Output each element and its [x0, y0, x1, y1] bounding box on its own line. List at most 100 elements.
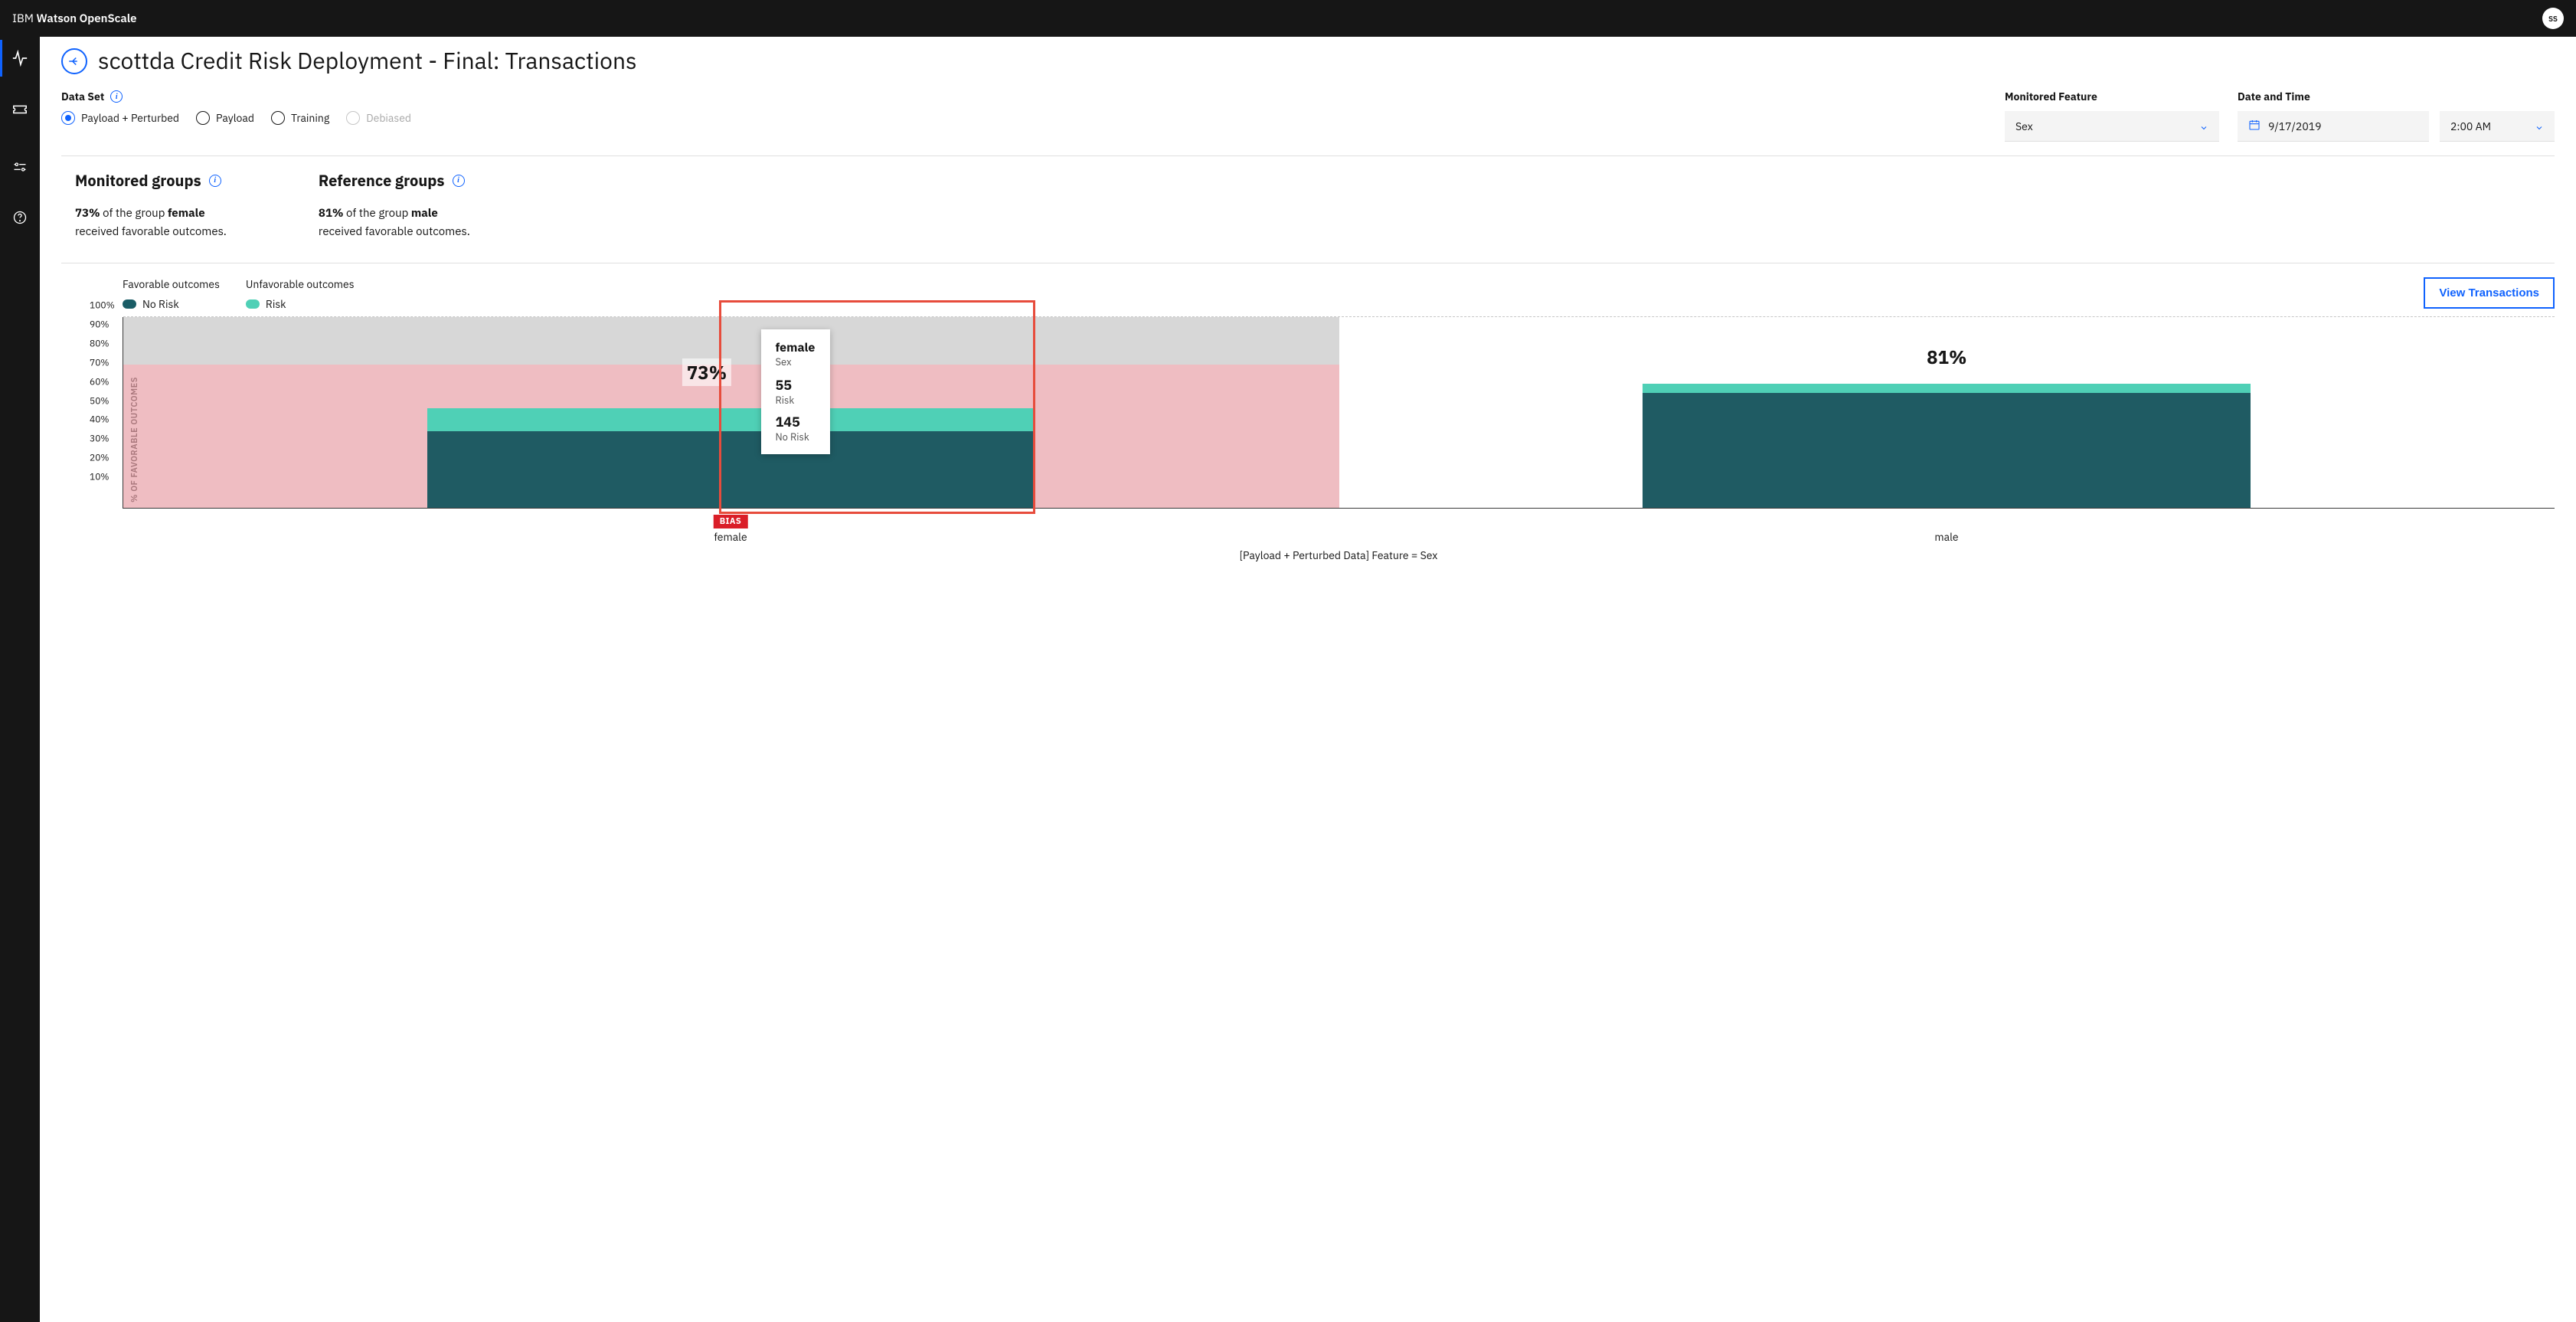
- sliders-icon: [12, 159, 28, 175]
- topbar: IBM Watson OpenScale SS: [0, 0, 2576, 37]
- view-transactions-button[interactable]: View Transactions: [2424, 277, 2555, 309]
- brand-prefix: IBM: [12, 11, 37, 26]
- xtick-male: male: [1339, 509, 2555, 544]
- radio-label: Training: [291, 111, 329, 125]
- swatch-risk: [246, 299, 260, 309]
- tooltip-value-norisk: 145: [775, 413, 816, 430]
- txt: of the group: [100, 206, 168, 221]
- ytick: 60%: [90, 376, 110, 388]
- radio-label: Payload: [216, 111, 254, 125]
- reference-group: Reference groupsi 81% of the group male …: [319, 170, 470, 241]
- ytick: 50%: [90, 395, 110, 407]
- heading-text: Monitored groups: [75, 170, 201, 191]
- avatar[interactable]: SS: [2542, 8, 2564, 29]
- ytick: 70%: [90, 357, 110, 368]
- plot-area[interactable]: 100% 90% 80% 70% 60% 50% 40% 30% 20% 10%: [123, 317, 2555, 509]
- dataset-label-text: Data Set: [61, 90, 104, 103]
- reference-heading: Reference groups i: [319, 170, 470, 191]
- tooltip-label-risk: Risk: [775, 394, 816, 407]
- datetime-control: Date and Time 9/17/2019 2:00 AM: [2238, 90, 2555, 142]
- xtick-label: female: [714, 530, 747, 544]
- legend-unfavorable: Unfavorable outcomes Risk: [246, 277, 355, 311]
- tooltip-title: female: [775, 340, 816, 355]
- legend-title: Favorable outcomes: [123, 277, 220, 291]
- groups-row: Monitored groups i 73% of the group femal…: [61, 170, 2555, 241]
- page-title: scottda Credit Risk Deployment - Final: …: [98, 46, 637, 76]
- monitored-feature-control: Monitored Feature Sex: [2005, 90, 2219, 142]
- bar-female[interactable]: [427, 408, 1035, 508]
- legend-favorable: Favorable outcomes No Risk: [123, 277, 220, 311]
- nav-help[interactable]: [0, 199, 40, 236]
- legend-item-norisk: No Risk: [123, 297, 220, 311]
- legend-text: No Risk: [142, 297, 179, 311]
- monitored-feature-dropdown[interactable]: Sex: [2005, 111, 2219, 142]
- ytick: 80%: [90, 338, 110, 349]
- legend-item-risk: Risk: [246, 297, 355, 311]
- main: scottda Credit Risk Deployment - Final: …: [40, 37, 2576, 1322]
- separator: [61, 155, 2555, 156]
- bar-area: 73% female Sex 55 Risk 145 No Risk: [123, 317, 2555, 508]
- date-value: 9/17/2019: [2268, 119, 2322, 133]
- seg-risk: [1643, 384, 2251, 393]
- group-name: female: [168, 206, 205, 221]
- dropdown-value: Sex: [2015, 119, 2033, 133]
- legend-text: Risk: [266, 297, 286, 311]
- bias-tag: BIAS: [714, 515, 748, 528]
- info-icon[interactable]: i: [110, 90, 123, 103]
- monitored-group: Monitored groups i 73% of the group femal…: [75, 170, 227, 241]
- heading-text: Reference groups: [319, 170, 445, 191]
- nav-insights[interactable]: [0, 40, 40, 77]
- seg-norisk: [1643, 393, 2251, 508]
- swatch-norisk: [123, 299, 136, 309]
- pct: 81%: [319, 206, 344, 221]
- chevron-down-icon: [2535, 122, 2544, 131]
- ytick: 10%: [90, 472, 110, 483]
- time-picker[interactable]: 2:00 AM: [2440, 111, 2555, 142]
- dataset-radio-row: Payload + Perturbed Payload Training Deb…: [61, 111, 411, 125]
- date-picker[interactable]: 9/17/2019: [2238, 111, 2429, 142]
- tooltip-value-risk: 55: [775, 376, 816, 394]
- chart-caption: [Payload + Perturbed Data] Feature = Sex: [123, 548, 2555, 562]
- group-name: male: [411, 206, 438, 221]
- radio-label: Payload + Perturbed: [81, 111, 179, 125]
- reference-line1: 81% of the group male: [319, 205, 470, 223]
- info-icon[interactable]: i: [453, 175, 465, 187]
- back-button[interactable]: [61, 48, 87, 74]
- bar-slot-female[interactable]: 73% female Sex 55 Risk 145 No Risk: [123, 317, 1339, 508]
- seg-risk: [427, 408, 1035, 431]
- monitored-heading: Monitored groups i: [75, 170, 227, 191]
- chart: % OF FAVORABLE OUTCOMES 100% 90% 80% 70%…: [61, 317, 2555, 562]
- tooltip-subtitle: Sex: [775, 355, 816, 368]
- sidenav: [0, 37, 40, 1322]
- help-icon: [12, 210, 28, 225]
- dataset-label: Data Set i: [61, 90, 411, 103]
- calendar-icon: [2248, 119, 2261, 134]
- radio-payload[interactable]: Payload: [196, 111, 254, 125]
- bar-male[interactable]: [1643, 384, 2251, 508]
- ytick: 100%: [90, 300, 115, 312]
- page-header: scottda Credit Risk Deployment - Final: …: [61, 46, 2555, 76]
- info-icon[interactable]: i: [209, 175, 221, 187]
- legend-row: Favorable outcomes No Risk Unfavorable o…: [61, 277, 2555, 311]
- xtick-label: male: [1934, 530, 1958, 544]
- pct-label-female: 73%: [682, 358, 731, 386]
- radio-label: Debiased: [366, 111, 411, 125]
- activity-icon: [11, 50, 28, 67]
- nav-explain[interactable]: [0, 90, 40, 127]
- dataset-control: Data Set i Payload + Perturbed Payload T…: [61, 90, 411, 125]
- bar-slot-male[interactable]: 81%: [1339, 317, 2555, 508]
- monitored-line2: received favorable outcomes.: [75, 223, 227, 241]
- ytick: 20%: [90, 453, 110, 464]
- chevron-down-icon: [2199, 122, 2208, 131]
- tooltip-label-norisk: No Risk: [775, 430, 816, 443]
- radio-payload-perturbed[interactable]: Payload + Perturbed: [61, 111, 179, 125]
- legend-title: Unfavorable outcomes: [246, 277, 355, 291]
- brand: IBM Watson OpenScale: [12, 11, 137, 26]
- brand-name: Watson OpenScale: [37, 11, 137, 26]
- ytick: 40%: [90, 414, 110, 426]
- controls: Data Set i Payload + Perturbed Payload T…: [61, 90, 2555, 142]
- radio-training[interactable]: Training: [271, 111, 329, 125]
- time-value: 2:00 AM: [2450, 119, 2491, 133]
- monitored-line1: 73% of the group female: [75, 205, 227, 223]
- nav-configure[interactable]: [0, 149, 40, 185]
